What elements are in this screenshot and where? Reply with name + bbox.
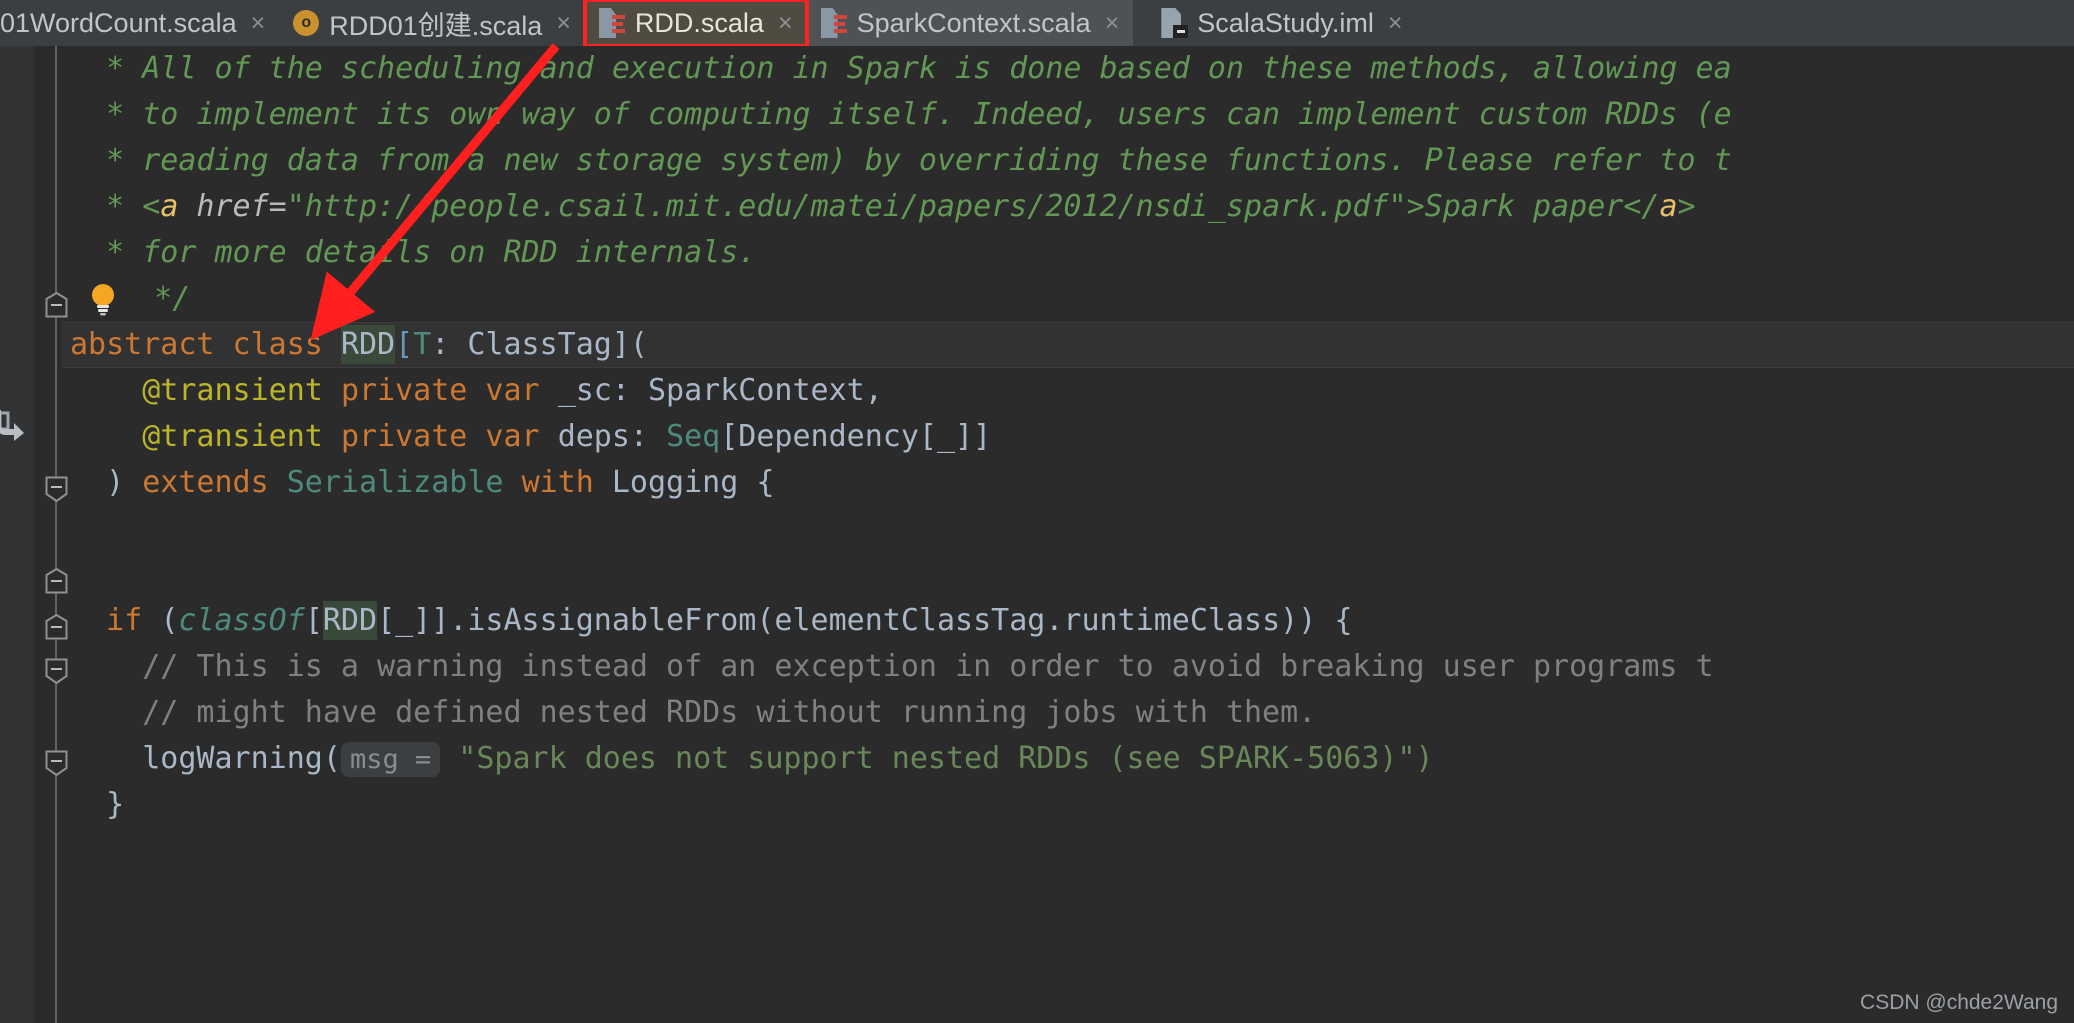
tab-scalastudy-iml[interactable]: ScalaStudy.iml × — [1133, 0, 1417, 46]
code-token: [ — [395, 327, 414, 362]
code-line-log-warning[interactable]: logWarning(msg = "Spark does not support… — [62, 736, 2074, 782]
code-token: logWarning( — [70, 741, 341, 776]
code-token: * for more details on RDD internals. — [70, 235, 757, 270]
code-token: Logging { — [611, 465, 775, 500]
code-token: Serializable — [286, 465, 522, 500]
code-token: a — [160, 189, 179, 224]
tab-label: 01WordCount.scala — [0, 7, 237, 38]
code-line-doc-to-implement[interactable]: * to implement its own way of computing … — [62, 92, 2074, 138]
close-icon[interactable]: × — [251, 10, 266, 36]
close-icon[interactable]: × — [556, 10, 571, 36]
editor-tab-bar: 01WordCount.scala × o RDD01创建.scala × RD… — [0, 0, 2074, 46]
code-token: a — [1659, 189, 1678, 224]
code-line-blank-1[interactable] — [62, 506, 2074, 552]
code-editor[interactable]: * All of the scheduling and execution in… — [0, 46, 2074, 1023]
code-token: extends — [142, 465, 287, 500]
code-line-abstract-class-rdd[interactable]: abstract class RDD[T: ClassTag]( — [62, 322, 2074, 368]
code-line-doc-reading-data[interactable]: * reading data from a new storage system… — [62, 138, 2074, 184]
code-token: > — [1677, 189, 1696, 224]
close-icon[interactable]: × — [1105, 10, 1120, 36]
code-token: } — [70, 787, 125, 822]
code-token: abstract class — [70, 327, 341, 362]
code-line-comment-warning-instead[interactable]: // This is a warning instead of an excep… — [62, 644, 2074, 690]
editor-icon-gutter[interactable] — [0, 46, 34, 1023]
code-line-if-classof[interactable]: if (classOf[RDD[_]].isAssignableFrom(ele… — [62, 598, 2074, 644]
code-token: ( — [160, 603, 179, 638]
scala-object-file-icon: o — [293, 8, 320, 38]
code-line-param-deps[interactable]: @transient private var deps: Seq[Depende… — [62, 414, 2074, 460]
tab-01wordcount-scala[interactable]: 01WordCount.scala × — [0, 0, 280, 46]
close-icon[interactable]: × — [1388, 10, 1403, 36]
code-line-extends-serializable[interactable]: ) extends Serializable with Logging { — [62, 460, 2074, 506]
tab-label: SparkContext.scala — [856, 7, 1091, 38]
code-token: * reading data from a new storage system… — [70, 143, 1732, 178]
code-token: T — [413, 327, 432, 362]
highlighted-identifier: RDD — [322, 601, 378, 640]
code-token: _sc: — [557, 373, 648, 408]
editor-fold-gutter[interactable] — [34, 46, 68, 1023]
tab-sparkcontext-scala[interactable]: SparkContext.scala × — [806, 0, 1134, 46]
code-token: SparkContext, — [648, 373, 883, 408]
scala-class-file-icon — [598, 8, 625, 38]
watermark-text: CSDN @chde2Wang — [1860, 991, 2058, 1014]
code-token: * All of the scheduling and execution in… — [70, 51, 1732, 86]
code-token: @transient — [70, 373, 341, 408]
fold-region-line — [55, 46, 57, 1023]
close-icon[interactable]: × — [778, 10, 793, 36]
tab-label: RDD.scala — [634, 7, 764, 38]
code-token: * to implement its own way of computing … — [70, 97, 1732, 132]
code-token: with — [521, 465, 612, 500]
code-line-param-sc[interactable]: @transient private var _sc: SparkContext… — [62, 368, 2074, 414]
tab-label: ScalaStudy.iml — [1197, 7, 1374, 38]
code-token: [_]].isAssignableFrom(elementClassTag.ru… — [377, 603, 1353, 638]
code-token: private var — [340, 419, 558, 454]
code-line-blank-2[interactable] — [62, 552, 2074, 598]
source-code-area[interactable]: * All of the scheduling and execution in… — [62, 46, 2074, 1023]
code-token: // might have defined nested RDDs withou… — [70, 695, 1317, 730]
implementation-nav-icon[interactable] — [0, 409, 32, 445]
code-token: private var — [340, 373, 558, 408]
code-token: < — [142, 189, 161, 224]
code-token: "http://people.csail.mit.edu/matei/paper… — [286, 189, 1407, 224]
code-token: [ — [304, 603, 323, 638]
code-token: if — [70, 603, 161, 638]
code-line-close-brace[interactable]: } — [62, 782, 2074, 828]
code-token: ) — [70, 465, 143, 500]
code-line-doc-for-more-details[interactable]: * for more details on RDD internals. — [62, 230, 2074, 276]
code-line-doc-anchor-link[interactable]: * <a href="http://people.csail.mit.edu/m… — [62, 184, 2074, 230]
tab-rdd01-create-scala[interactable]: o RDD01创建.scala × — [279, 0, 585, 46]
iml-file-icon — [1161, 8, 1189, 38]
code-token: @transient — [70, 419, 341, 454]
code-token: "Spark does not support nested RDDs (see… — [440, 741, 1434, 776]
code-token: */ — [118, 281, 191, 316]
code-token: Seq — [666, 419, 721, 454]
code-line-doc-close[interactable]: */ — [62, 276, 2074, 322]
code-token: deps: — [557, 419, 667, 454]
tab-rdd-scala[interactable]: RDD.scala × — [582, 0, 809, 46]
code-token: * — [70, 189, 143, 224]
code-token: : ClassTag]( — [431, 327, 648, 362]
highlighted-identifier: RDD — [340, 325, 396, 364]
code-token: >Spark paper</ — [1406, 189, 1660, 224]
scala-class-file-icon — [820, 8, 847, 38]
code-token: href= — [178, 189, 287, 224]
code-token: [Dependency[_]] — [720, 419, 992, 454]
parameter-hint-chip[interactable]: msg = — [340, 742, 441, 777]
code-token: // This is a warning instead of an excep… — [70, 649, 1714, 684]
tab-label: RDD01创建.scala — [329, 10, 543, 41]
code-line-comment-nested-rdds[interactable]: // might have defined nested RDDs withou… — [62, 690, 2074, 736]
code-line-doc-all-scheduling[interactable]: * All of the scheduling and execution in… — [62, 46, 2074, 92]
code-token: classOf — [178, 603, 305, 638]
lightbulb-icon[interactable] — [88, 280, 118, 316]
